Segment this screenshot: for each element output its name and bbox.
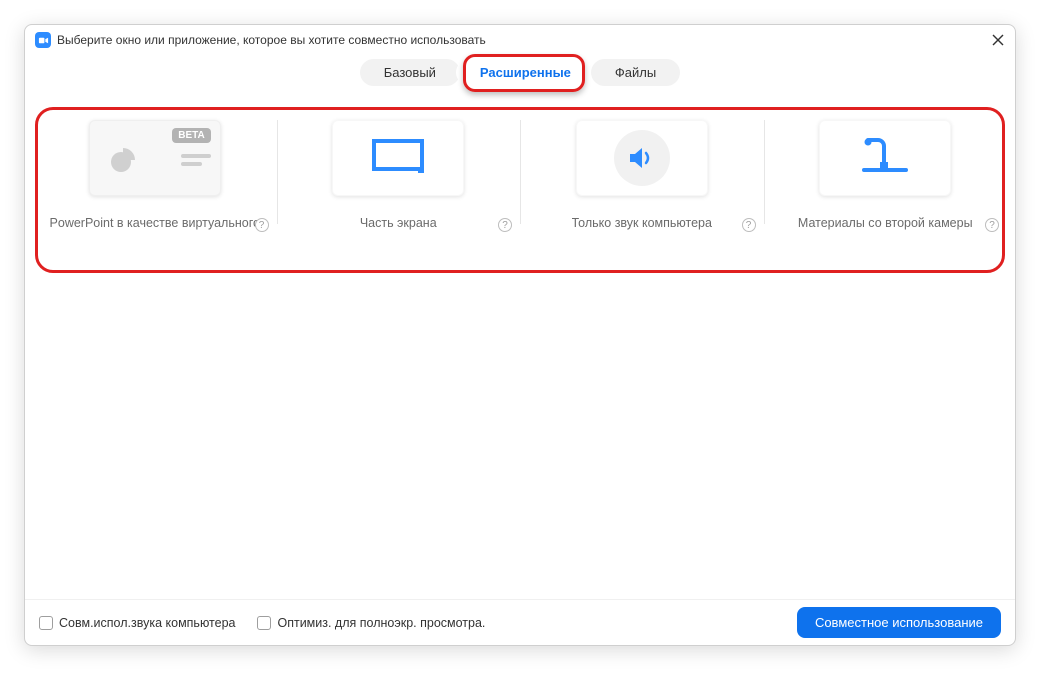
checkbox-box bbox=[39, 616, 53, 630]
tab-group: Базовый Расширенные Файлы bbox=[25, 59, 1015, 86]
tab-advanced[interactable]: Расширенные bbox=[456, 59, 595, 86]
help-icon[interactable]: ? bbox=[985, 218, 999, 232]
checkbox-label: Оптимиз. для полноэкр. просмотра. bbox=[277, 616, 485, 630]
option-label: PowerPoint в качестве виртуального bbox=[50, 216, 260, 230]
tab-basic[interactable]: Базовый bbox=[360, 59, 460, 86]
close-icon bbox=[992, 34, 1004, 46]
option-second-camera[interactable]: Материалы со второй камеры ? bbox=[764, 114, 1008, 242]
advanced-options-row: BETA PowerPoint в качестве виртуального … bbox=[25, 114, 1015, 242]
help-icon[interactable]: ? bbox=[255, 218, 269, 232]
share-window: Выберите окно или приложение, которое вы… bbox=[24, 24, 1016, 646]
option-screen-portion[interactable]: + Часть экрана ? bbox=[277, 114, 521, 242]
option-label: Только звук компьютера bbox=[572, 216, 712, 230]
presentation-icon bbox=[107, 144, 139, 181]
svg-text:+: + bbox=[419, 164, 424, 173]
option-label: Часть экрана bbox=[360, 216, 437, 230]
option-label: Материалы со второй камеры bbox=[798, 216, 973, 230]
help-icon[interactable]: ? bbox=[742, 218, 756, 232]
thumb-portion: + bbox=[332, 120, 464, 196]
share-button[interactable]: Совместное использование bbox=[797, 607, 1001, 638]
zoom-app-icon bbox=[35, 32, 51, 48]
screen-portion-icon: + bbox=[372, 139, 424, 178]
footer-bar: Совм.испол.звука компьютера Оптимиз. для… bbox=[25, 599, 1015, 645]
option-powerpoint-virtual-bg[interactable]: BETA PowerPoint в качестве виртуального … bbox=[33, 114, 277, 242]
checkbox-box bbox=[257, 616, 271, 630]
help-icon[interactable]: ? bbox=[498, 218, 512, 232]
beta-badge: BETA bbox=[172, 128, 210, 143]
checkbox-share-audio[interactable]: Совм.испол.звука компьютера bbox=[39, 616, 235, 630]
window-title: Выберите окно или приложение, которое вы… bbox=[57, 33, 486, 47]
close-button[interactable] bbox=[989, 31, 1007, 49]
titlebar: Выберите окно или приложение, которое вы… bbox=[25, 25, 1015, 55]
option-computer-audio[interactable]: Только звук компьютера ? bbox=[520, 114, 764, 242]
thumb-powerpoint: BETA bbox=[89, 120, 221, 196]
text-lines-icon bbox=[181, 154, 211, 170]
document-camera-icon bbox=[858, 136, 912, 181]
thumb-audio bbox=[576, 120, 708, 196]
checkbox-optimize-video[interactable]: Оптимиз. для полноэкр. просмотра. bbox=[257, 616, 485, 630]
checkbox-label: Совм.испол.звука компьютера bbox=[59, 616, 235, 630]
thumb-second-camera bbox=[819, 120, 951, 196]
tab-files[interactable]: Файлы bbox=[591, 59, 680, 86]
speaker-icon bbox=[614, 130, 670, 186]
